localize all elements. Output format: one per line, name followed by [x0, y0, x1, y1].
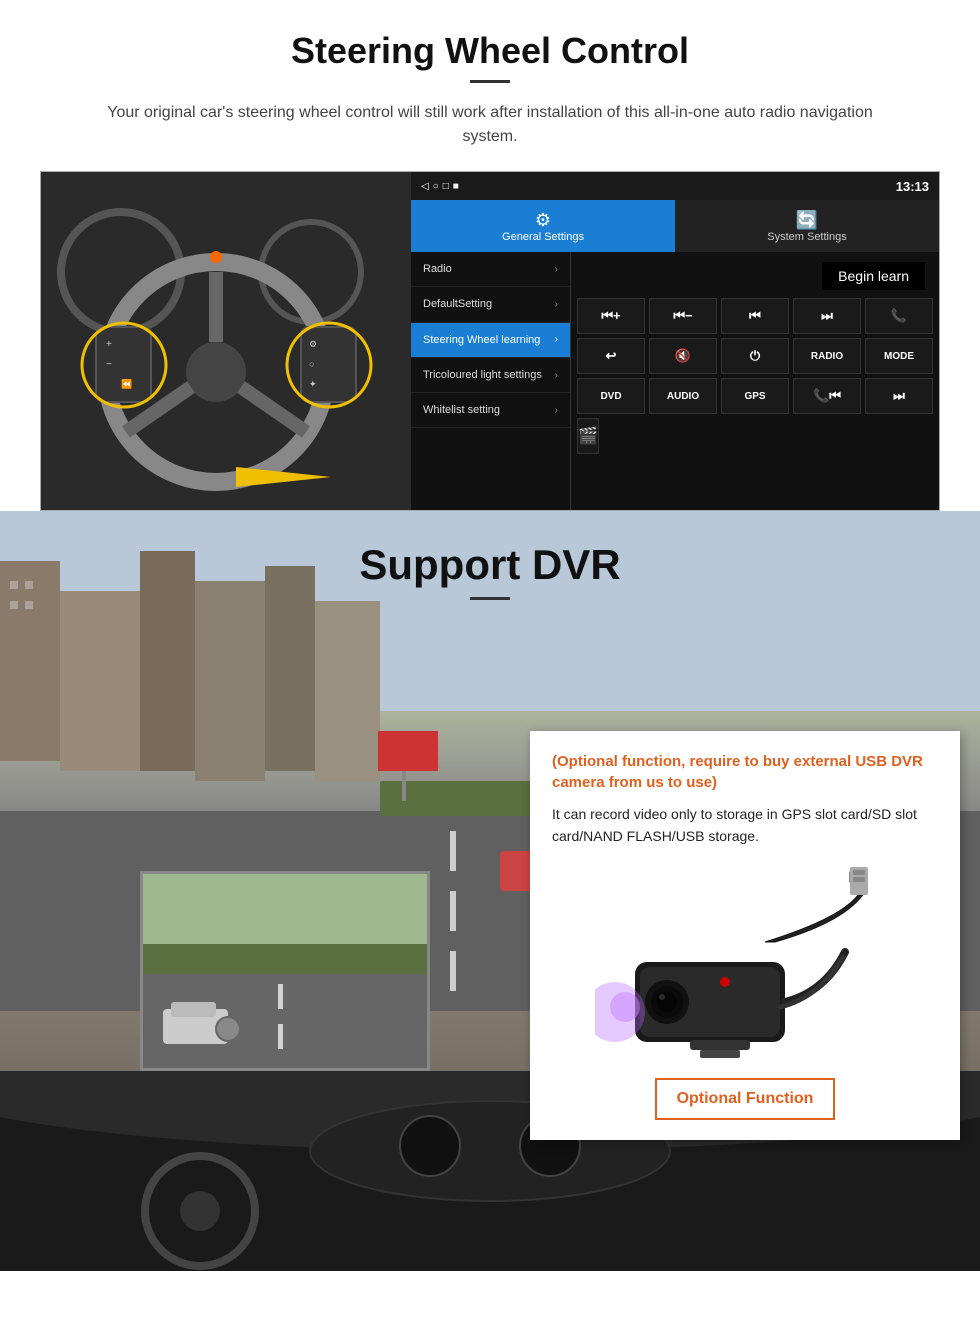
back-icon: ◁ — [421, 181, 429, 192]
dvr-camera-image — [552, 862, 938, 1062]
dvr-info-card: (Optional function, require to buy exter… — [530, 731, 960, 1140]
btn-next[interactable]: ⏭ — [793, 298, 861, 334]
dvr-title-area: Support DVR — [0, 511, 980, 610]
inset-view-svg — [143, 874, 430, 1071]
svg-text:+: + — [106, 339, 112, 350]
dvr-inset-view — [140, 871, 430, 1071]
system-settings-label: System Settings — [767, 231, 846, 243]
btn-dvd[interactable]: DVD — [577, 378, 645, 414]
btn-mode[interactable]: MODE — [865, 338, 933, 374]
chevron-right-icon: › — [555, 264, 558, 275]
dvr-camera-svg — [595, 862, 895, 1062]
android-panel: ◁ ○ □ ■ 13:13 ⚙ General Settings 🔄 Syste… — [411, 172, 939, 510]
svg-text:−: − — [106, 359, 112, 370]
tab-general[interactable]: ⚙ General Settings — [411, 200, 675, 252]
ctrl-row-2: ↩ 🔇 ⏻ RADIO MODE — [577, 338, 933, 374]
chevron-right-icon-5: › — [555, 405, 558, 416]
menu-item-tricolour[interactable]: Tricoloured light settings › — [411, 358, 570, 393]
menu-radio-label: Radio — [423, 262, 452, 276]
btn-audio[interactable]: AUDIO — [649, 378, 717, 414]
btn-hangup[interactable]: ↩ — [577, 338, 645, 374]
statusbar-time: 13:13 — [896, 179, 929, 194]
menu-default-label: DefaultSetting — [423, 297, 492, 311]
btn-phone[interactable]: 📞 — [865, 298, 933, 334]
recents-icon: □ — [443, 181, 449, 192]
svg-text:✦: ✦ — [309, 379, 317, 389]
general-settings-label: General Settings — [502, 231, 584, 243]
ctrl-row-3: DVD AUDIO GPS 📞⏮ ⏭ — [577, 378, 933, 414]
content-top-row: Begin learn — [577, 258, 933, 294]
btn-call-prev[interactable]: 📞⏮ — [793, 378, 861, 414]
menu-steering-label: Steering Wheel learning — [423, 333, 540, 347]
tab-system[interactable]: 🔄 System Settings — [675, 200, 939, 252]
android-statusbar: ◁ ○ □ ■ 13:13 — [411, 172, 939, 200]
steering-photo: + − ⏪ ⚙ ○ ✦ — [41, 172, 411, 511]
dvr-section: Support DVR (Optional function, require … — [0, 511, 980, 1271]
statusbar-nav-icons: ◁ ○ □ ■ — [421, 181, 459, 192]
menu-item-default[interactable]: DefaultSetting › — [411, 287, 570, 322]
ctrl-row-4: 🎬 — [577, 418, 933, 454]
android-body: Radio › DefaultSetting › Steering Wheel … — [411, 252, 939, 510]
btn-vol-down[interactable]: ⏮− — [649, 298, 717, 334]
android-content: Begin learn ⏮+ ⏮− ⏮ ⏭ 📞 ↩ 🔇 ⏻ — [571, 252, 939, 510]
btn-gps[interactable]: GPS — [721, 378, 789, 414]
android-tabs[interactable]: ⚙ General Settings 🔄 System Settings — [411, 200, 939, 252]
home-icon: ○ — [433, 181, 439, 192]
btn-vol-up[interactable]: ⏮+ — [577, 298, 645, 334]
dvr-divider — [470, 597, 510, 600]
btn-mute[interactable]: 🔇 — [649, 338, 717, 374]
btn-call-next[interactable]: ⏭ — [865, 378, 933, 414]
menu-whitelist-label: Whitelist setting — [423, 403, 500, 417]
menu-item-radio[interactable]: Radio › — [411, 252, 570, 287]
begin-learn-button[interactable]: Begin learn — [822, 262, 925, 290]
steering-section: Steering Wheel Control Your original car… — [0, 0, 980, 511]
steering-demo: + − ⏪ ⚙ ○ ✦ — [40, 171, 940, 511]
dvr-optional-text: (Optional function, require to buy exter… — [552, 751, 938, 793]
dvr-title: Support DVR — [0, 541, 980, 589]
menu-item-whitelist[interactable]: Whitelist setting › — [411, 393, 570, 428]
svg-text:⏪: ⏪ — [121, 378, 132, 389]
steering-subtitle: Your original car's steering wheel contr… — [80, 101, 900, 149]
svg-text:⚙: ⚙ — [309, 339, 317, 349]
system-settings-icon: 🔄 — [796, 210, 818, 231]
steering-wheel-svg: + − ⏪ ⚙ ○ ✦ — [41, 172, 411, 511]
general-settings-icon: ⚙ — [535, 210, 551, 231]
menu-icon: ■ — [453, 181, 459, 192]
menu-tricolour-label: Tricoloured light settings — [423, 368, 542, 382]
btn-prev[interactable]: ⏮ — [721, 298, 789, 334]
title-divider — [470, 80, 510, 83]
ctrl-row-1: ⏮+ ⏮− ⏮ ⏭ 📞 — [577, 298, 933, 334]
optional-function-button[interactable]: Optional Function — [655, 1078, 835, 1120]
steering-title: Steering Wheel Control — [40, 30, 940, 72]
chevron-right-icon-3: › — [555, 334, 558, 345]
svg-text:○: ○ — [309, 359, 314, 369]
dvr-desc-text: It can record video only to storage in G… — [552, 803, 938, 848]
chevron-right-icon-4: › — [555, 370, 558, 381]
btn-power[interactable]: ⏻ — [721, 338, 789, 374]
chevron-right-icon-2: › — [555, 299, 558, 310]
android-menu: Radio › DefaultSetting › Steering Wheel … — [411, 252, 571, 510]
btn-radio[interactable]: RADIO — [793, 338, 861, 374]
btn-record[interactable]: 🎬 — [577, 418, 599, 454]
menu-item-steering[interactable]: Steering Wheel learning › — [411, 323, 570, 358]
